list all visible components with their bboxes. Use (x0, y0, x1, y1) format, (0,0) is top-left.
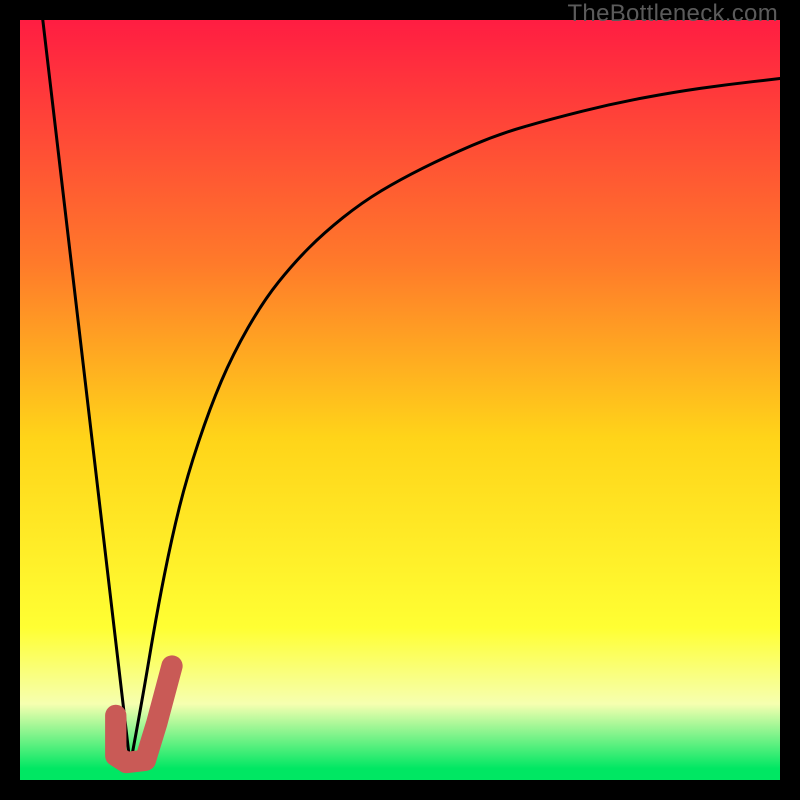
chart-frame: { "watermark": "TheBottleneck.com", "col… (0, 0, 800, 800)
watermark-label: TheBottleneck.com (567, 0, 778, 28)
bottleneck-chart (20, 20, 780, 780)
gradient-background (20, 20, 780, 780)
